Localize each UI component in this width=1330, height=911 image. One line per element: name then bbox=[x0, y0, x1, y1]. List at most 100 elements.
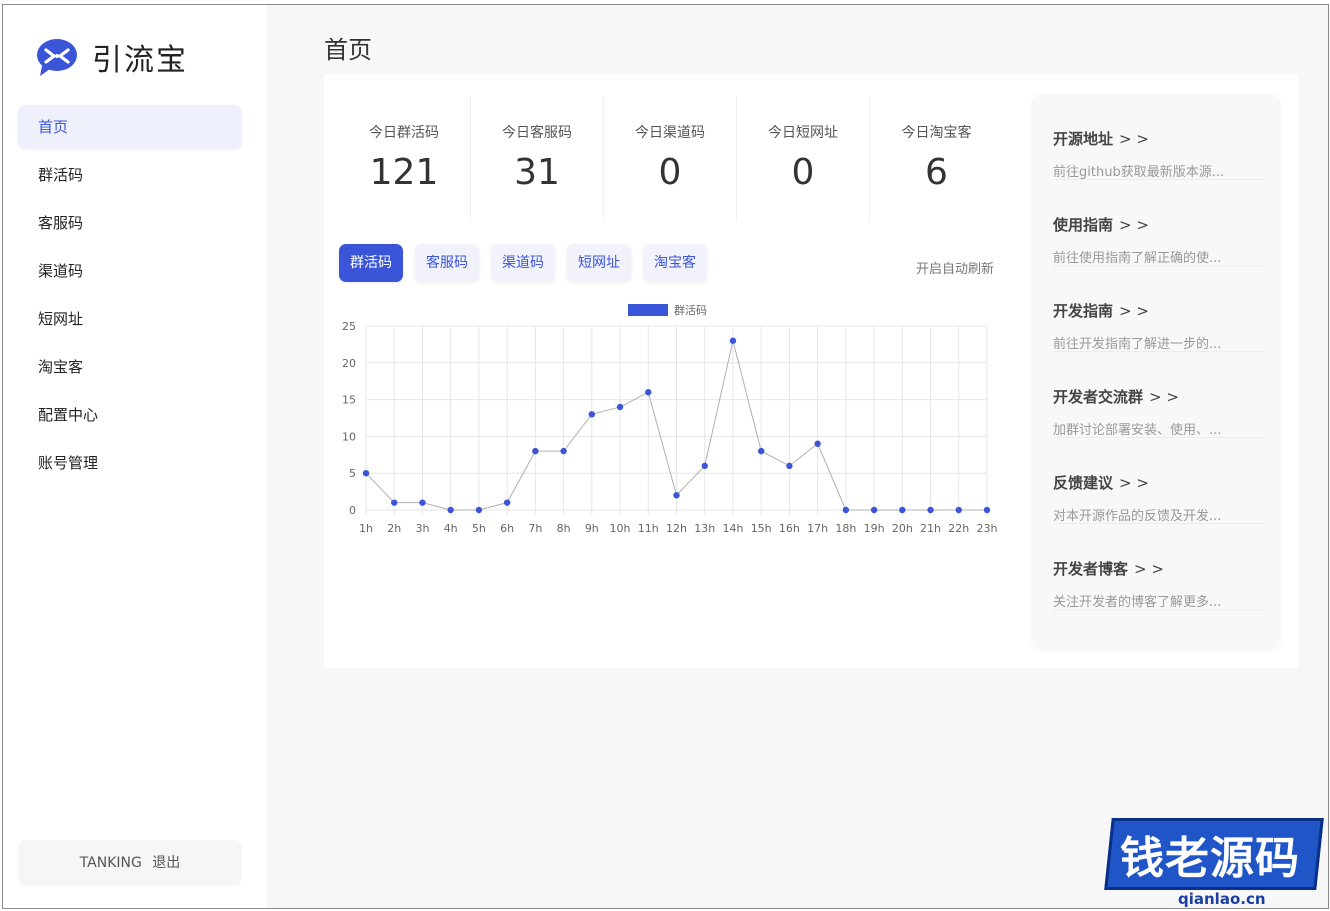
user-box: TANKING 退出 bbox=[18, 840, 242, 886]
tab-service-code[interactable]: 客服码 bbox=[415, 244, 479, 282]
sidebar-item-home[interactable]: 首页 bbox=[18, 105, 242, 149]
data-point bbox=[927, 506, 934, 514]
x-tick-label: 5h bbox=[472, 522, 486, 535]
y-tick-label: 20 bbox=[342, 357, 356, 370]
dashboard-panel: 今日群活码 121 今日客服码 31 今日渠道码 0 今日短网址 0 今日淘宝客… bbox=[324, 74, 1298, 668]
y-tick-label: 5 bbox=[349, 467, 356, 480]
x-tick-label: 16h bbox=[779, 522, 800, 535]
link-feedback[interactable]: 反馈建议 > > 对本开源作品的反馈及开发... bbox=[1053, 438, 1265, 524]
data-point bbox=[757, 447, 765, 455]
stat-taobao: 今日淘宝客 6 bbox=[870, 96, 1003, 222]
stat-label: 今日客服码 bbox=[502, 125, 572, 141]
data-point bbox=[814, 440, 821, 447]
link-dev-group[interactable]: 开发者交流群 > > 加群讨论部署安装、使用、... bbox=[1053, 352, 1265, 438]
x-tick-label: 14h bbox=[722, 522, 743, 535]
link-title: 开发者博客 > > bbox=[1053, 560, 1164, 578]
x-tick-label: 6h bbox=[500, 522, 514, 535]
stat-label: 今日渠道码 bbox=[635, 125, 705, 141]
x-tick-label: 18h bbox=[835, 522, 856, 535]
data-point bbox=[645, 389, 652, 396]
sidebar-item-short-url[interactable]: 短网址 bbox=[18, 297, 242, 341]
watermark-text: 钱老源码 bbox=[1120, 833, 1300, 884]
sidebar-item-account[interactable]: 账号管理 bbox=[18, 441, 242, 485]
hourly-chart: 0 5 10 15 20 25 1h 2h 3h 4h 5h 6h 7h 8h 9h 10h 11h 12h 13h… bbox=[324, 296, 1014, 546]
sidebar-item-service-code[interactable]: 客服码 bbox=[18, 201, 242, 245]
stat-group-code: 今日群活码 121 bbox=[338, 96, 471, 222]
x-tick-label: 15h bbox=[751, 522, 772, 535]
stat-label: 今日短网址 bbox=[768, 125, 838, 141]
link-dev-blog[interactable]: 开发者博客 > > 关注开发者的博客了解更多... bbox=[1053, 524, 1265, 610]
logo-icon bbox=[37, 39, 77, 76]
data-point bbox=[842, 506, 850, 514]
link-open-source[interactable]: 开源地址 > > 前往github获取最新版本源... bbox=[1053, 94, 1265, 180]
data-point bbox=[701, 462, 708, 470]
data-point bbox=[673, 492, 680, 499]
data-point bbox=[729, 337, 737, 344]
data-point bbox=[870, 506, 878, 514]
chart-svg: 0 5 10 15 20 25 1h 2h 3h 4h 5h 6h 7h 8h 9h 10h 11h 12h 13h… bbox=[342, 303, 998, 535]
sidebar: 引流宝 首页 群活码 客服码 渠道码 短网址 淘宝客 配置中心 账号管理 TAN… bbox=[3, 5, 266, 908]
sidebar-item-channel-code[interactable]: 渠道码 bbox=[18, 249, 242, 293]
x-tick-label: 17h bbox=[807, 522, 828, 535]
data-point bbox=[419, 499, 426, 506]
sidebar-item-group-code[interactable]: 群活码 bbox=[18, 153, 242, 197]
x-tick-label: 13h bbox=[694, 522, 715, 535]
link-desc: 前往github获取最新版本源... bbox=[1053, 165, 1225, 180]
app-name: 引流宝 bbox=[92, 43, 188, 78]
auto-refresh-toggle[interactable]: 开启自动刷新 bbox=[916, 258, 994, 277]
y-tick-label: 0 bbox=[349, 504, 356, 517]
data-point bbox=[391, 499, 398, 506]
x-tick-label: 12h bbox=[666, 522, 687, 535]
watermark-url: qianlao.cn bbox=[1178, 890, 1266, 908]
link-desc: 对本开源作品的反馈及开发... bbox=[1053, 509, 1222, 524]
x-tick-label: 3h bbox=[415, 522, 429, 535]
sidebar-item-taobao[interactable]: 淘宝客 bbox=[18, 345, 242, 389]
stats-row: 今日群活码 121 今日客服码 31 今日渠道码 0 今日短网址 0 今日淘宝客… bbox=[338, 96, 1006, 222]
link-dev-guide[interactable]: 开发指南 > > 前往开发指南了解进一步的... bbox=[1053, 266, 1265, 352]
link-desc: 关注开发者的博客了解更多... bbox=[1053, 595, 1222, 610]
data-point bbox=[532, 447, 539, 455]
x-tick-label: 9h bbox=[585, 522, 599, 535]
link-desc: 前往开发指南了解进一步的... bbox=[1053, 337, 1222, 352]
data-point bbox=[362, 470, 370, 477]
data-point bbox=[983, 506, 991, 514]
data-point bbox=[447, 506, 454, 514]
x-tick-label: 11h bbox=[638, 522, 659, 535]
app-logo[interactable]: 引流宝 bbox=[36, 35, 188, 79]
sidebar-nav: 首页 群活码 客服码 渠道码 短网址 淘宝客 配置中心 账号管理 bbox=[18, 105, 242, 489]
link-title: 反馈建议 > > bbox=[1053, 474, 1149, 492]
username: TANKING bbox=[79, 855, 142, 871]
data-point bbox=[560, 447, 567, 455]
stat-value: 0 bbox=[791, 152, 815, 193]
data-point bbox=[503, 499, 511, 506]
link-title: 开源地址 > > bbox=[1053, 130, 1149, 148]
link-title: 开发指南 > > bbox=[1053, 302, 1149, 320]
link-title: 使用指南 > > bbox=[1053, 216, 1149, 234]
sidebar-item-config[interactable]: 配置中心 bbox=[18, 393, 242, 437]
x-tick-label: 20h bbox=[892, 522, 913, 535]
logout-link[interactable]: 退出 bbox=[152, 855, 180, 871]
link-user-guide[interactable]: 使用指南 > > 前往使用指南了解正确的使... bbox=[1053, 180, 1265, 266]
link-desc: 加群讨论部署安装、使用、... bbox=[1053, 423, 1222, 438]
watermark-badge: 钱老源码 qianlao.cn bbox=[1104, 800, 1330, 911]
link-desc: 前往使用指南了解正确的使... bbox=[1053, 251, 1222, 266]
tab-taobao[interactable]: 淘宝客 bbox=[643, 244, 707, 282]
stat-value: 121 bbox=[369, 152, 439, 193]
tab-channel-code[interactable]: 渠道码 bbox=[491, 244, 555, 282]
data-point bbox=[955, 506, 962, 514]
stat-label: 今日群活码 bbox=[369, 125, 439, 141]
data-point bbox=[475, 506, 483, 514]
stat-value: 31 bbox=[514, 152, 560, 193]
stat-service-code: 今日客服码 31 bbox=[471, 96, 604, 222]
page-title: 首页 bbox=[324, 36, 372, 64]
legend-label: 群活码 bbox=[674, 303, 707, 317]
links-card: 开源地址 > > 前往github获取最新版本源... 使用指南 > > 前往使用指… bbox=[1031, 94, 1281, 648]
tab-short-url[interactable]: 短网址 bbox=[567, 244, 631, 282]
x-tick-label: 1h bbox=[359, 522, 373, 535]
tab-group-code[interactable]: 群活码 bbox=[339, 244, 403, 282]
x-tick-label: 22h bbox=[948, 522, 969, 535]
x-tick-label: 7h bbox=[528, 522, 542, 535]
link-title: 开发者交流群 > > bbox=[1053, 388, 1179, 406]
chart-tabs: 群活码 客服码 渠道码 短网址 淘宝客 bbox=[339, 244, 719, 282]
data-point bbox=[899, 506, 906, 514]
